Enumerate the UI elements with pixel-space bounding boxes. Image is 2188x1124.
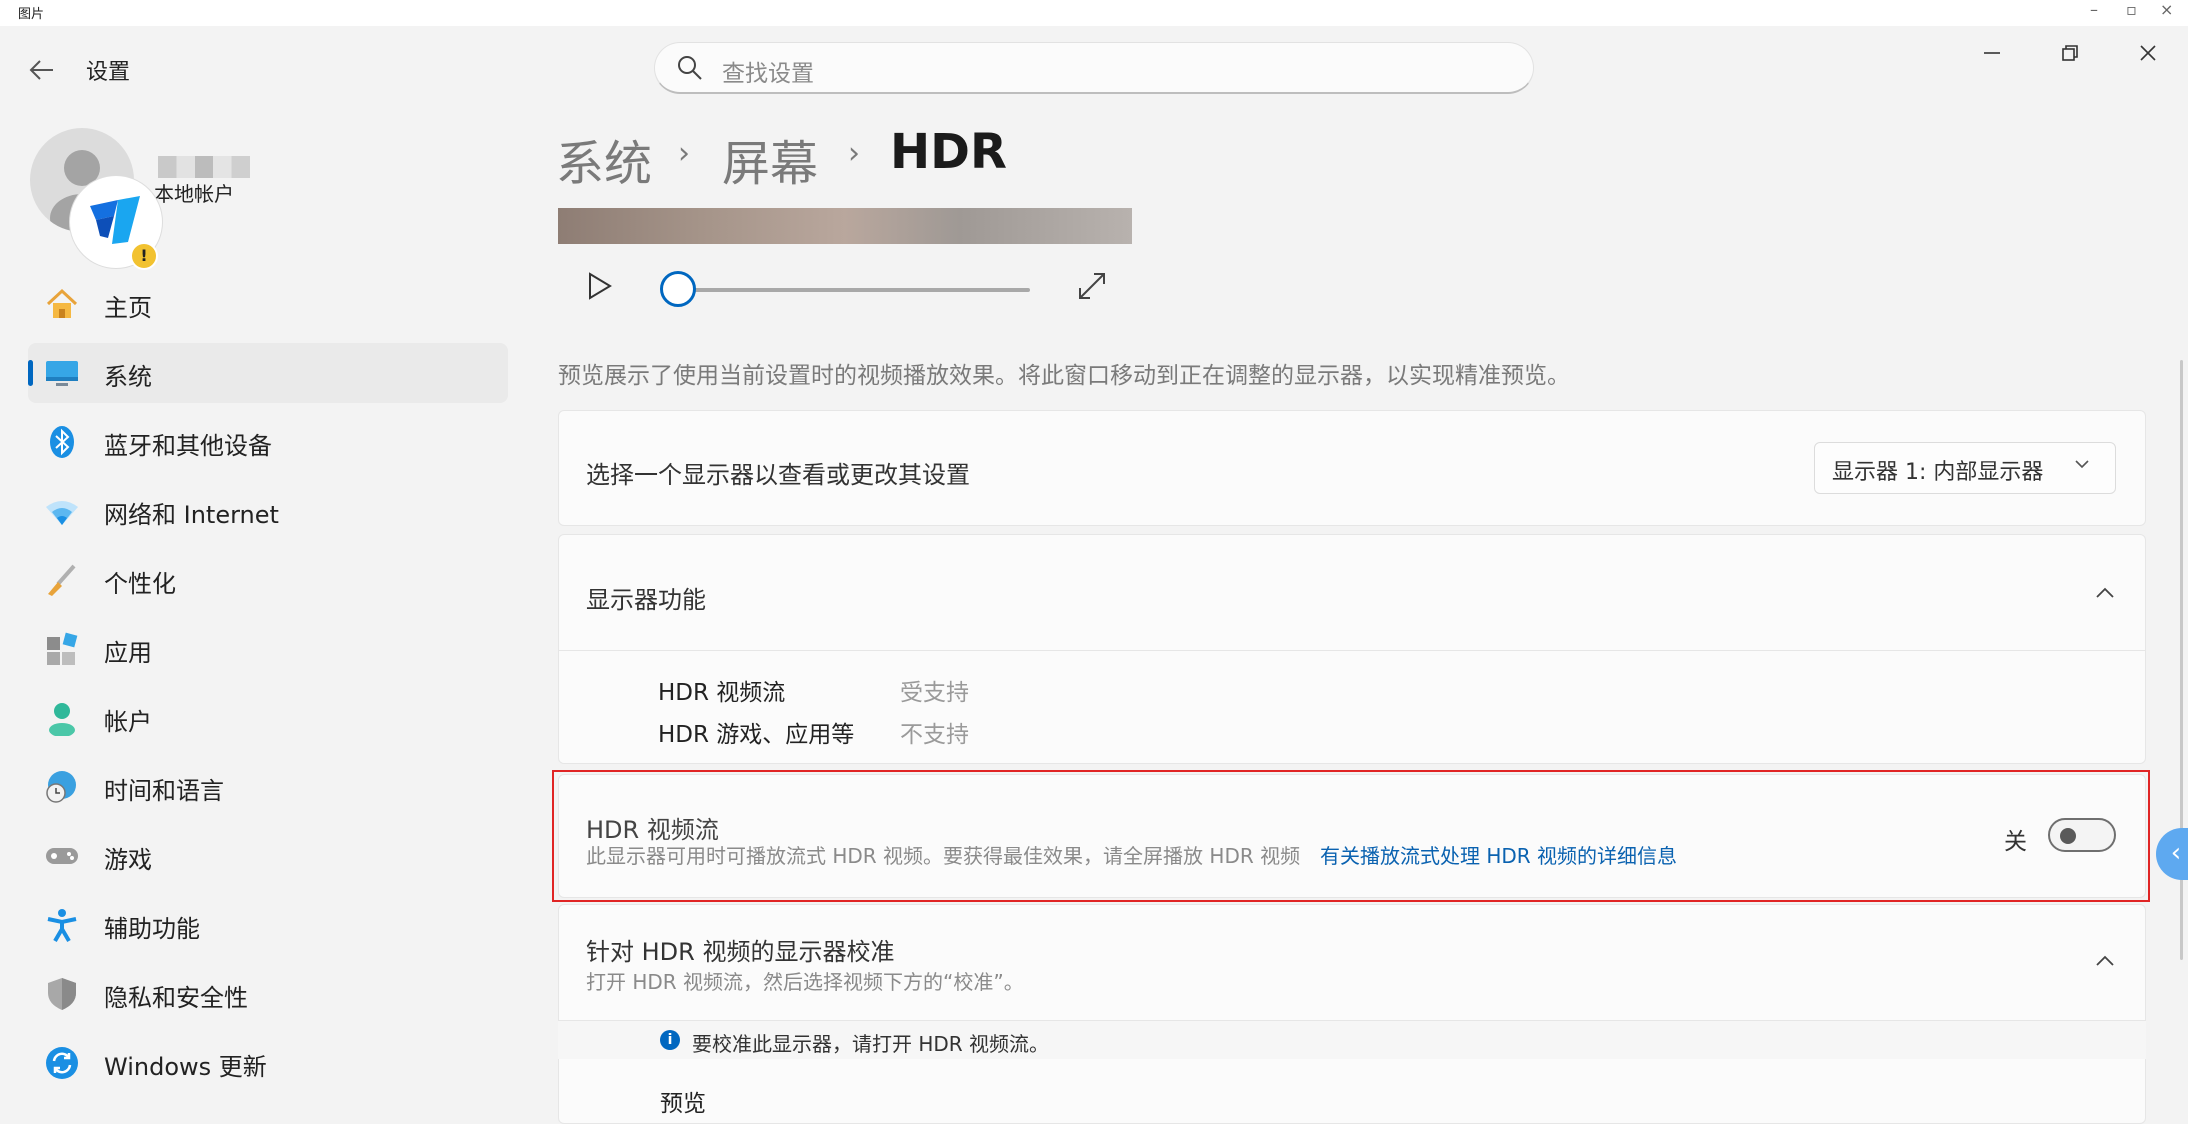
brush-icon	[44, 562, 80, 598]
expand-icon	[1079, 273, 1105, 299]
highlight-box	[552, 770, 2150, 902]
sidebar-item-personalization[interactable]: 个性化	[28, 550, 508, 610]
calibration-title: 针对 HDR 视频的显示器校准	[586, 938, 895, 966]
sidebar-item-label: 蓝牙和其他设备	[104, 432, 272, 460]
close-button[interactable]	[2128, 38, 2168, 68]
shield-icon	[44, 976, 80, 1012]
sidebar-item-label: 个性化	[104, 570, 176, 598]
video-preview-image	[558, 208, 1132, 244]
hdr-stream-description: 此显示器可用时可播放流式 HDR 视频。要获得最佳效果，请全屏播放 HDR 视频	[586, 844, 1301, 868]
chevron-left-icon: ‹	[2170, 838, 2182, 868]
preview-description: 预览展示了使用当前设置时的视频播放效果。将此窗口移动到正在调整的显示器，以实现精…	[558, 363, 1570, 389]
sidebar-item-gaming[interactable]: 游戏	[28, 826, 508, 886]
calibration-info-text: 要校准此显示器，请打开 HDR 视频流。	[692, 1032, 1050, 1056]
display-features-header[interactable]	[558, 534, 2146, 650]
display-dropdown-value: 显示器 1: 内部显示器	[1832, 460, 2044, 485]
back-button[interactable]	[22, 50, 62, 90]
outer-window-titlebar	[0, 0, 2188, 26]
sidebar-item-network[interactable]: 网络和 Internet	[28, 481, 508, 541]
fullscreen-button[interactable]	[1076, 270, 1108, 302]
sidebar-item-system[interactable]: 系统	[28, 343, 508, 403]
info-icon: i	[660, 1030, 680, 1050]
feature-value: 受支持	[900, 680, 969, 706]
calibration-subtitle: 打开 HDR 视频流，然后选择视频下方的“校准”。	[586, 970, 1024, 994]
sidebar-item-label: 系统	[104, 363, 152, 391]
breadcrumb-item-display[interactable]: 屏幕	[722, 124, 818, 194]
close-icon	[2140, 45, 2156, 61]
feature-label: HDR 游戏、应用等	[658, 722, 855, 748]
chevron-up-icon	[2094, 950, 2116, 976]
restore-icon	[2062, 45, 2078, 61]
chevron-down-icon	[2072, 454, 2092, 479]
breadcrumb-item-system[interactable]: 系统	[556, 124, 652, 194]
sidebar-item-label: Windows 更新	[104, 1053, 267, 1081]
bluetooth-icon	[44, 424, 80, 460]
back-arrow-icon	[29, 60, 53, 80]
minimize-icon	[1984, 52, 2000, 54]
breadcrumb-separator: ›	[678, 136, 690, 171]
sidebar-item-label: 隐私和安全性	[104, 984, 248, 1012]
sidebar-item-privacy[interactable]: 隐私和安全性	[28, 964, 508, 1024]
toggle-state-label: 关	[2004, 829, 2027, 855]
hdr-stream-learn-more-link[interactable]: 有关播放流式处理 HDR 视频的详细信息	[1320, 840, 1677, 869]
toggle-knob	[2060, 828, 2076, 844]
outer-maximize-icon[interactable]: ▫	[2126, 0, 2137, 19]
sidebar-item-label: 帐户	[104, 708, 152, 736]
sidebar-item-time-language[interactable]: 时间和语言	[28, 757, 508, 817]
sidebar-item-label: 网络和 Internet	[104, 501, 279, 529]
sidebar-item-label: 时间和语言	[104, 777, 224, 805]
sidebar-item-label: 主页	[104, 294, 152, 322]
chevron-up-icon	[2094, 582, 2116, 608]
sidebar-item-label: 辅助功能	[104, 915, 200, 943]
gamepad-icon	[44, 838, 80, 874]
sidebar-item-apps[interactable]: 应用	[28, 619, 508, 679]
sidebar-item-accessibility[interactable]: 辅助功能	[28, 895, 508, 955]
divider	[558, 650, 2146, 651]
play-button[interactable]	[584, 270, 616, 302]
feature-label: HDR 视频流	[658, 680, 786, 706]
sidebar-item-bluetooth[interactable]: 蓝牙和其他设备	[28, 412, 508, 472]
breadcrumb-separator: ›	[848, 136, 860, 171]
sync-icon	[44, 1045, 80, 1081]
sidebar-item-accounts[interactable]: 帐户	[28, 688, 508, 748]
search-icon	[676, 54, 704, 82]
hdr-stream-toggle[interactable]	[2048, 818, 2116, 852]
globe-clock-icon	[44, 769, 80, 805]
video-progress-thumb[interactable]	[660, 271, 696, 307]
outer-window-title: 图片	[18, 7, 45, 22]
minimize-button[interactable]	[1972, 38, 2012, 68]
page-title: HDR	[890, 124, 1007, 180]
person-icon	[44, 700, 80, 737]
display-select-label: 选择一个显示器以查看或更改其设置	[586, 461, 970, 489]
display-features-title: 显示器功能	[586, 586, 706, 614]
search-placeholder: 查找设置	[722, 61, 814, 87]
apps-icon	[44, 631, 80, 667]
play-icon	[589, 272, 612, 300]
sidebar-item-windows-update[interactable]: Windows 更新	[28, 1033, 508, 1093]
preview-section-label: 预览	[660, 1091, 706, 1117]
home-icon	[44, 286, 80, 322]
side-panel-tab[interactable]: ‹	[2156, 828, 2188, 880]
restore-button[interactable]	[2050, 38, 2090, 68]
user-name-redacted	[158, 156, 250, 178]
sidebar-item-label: 游戏	[104, 846, 152, 874]
warning-icon: !	[130, 242, 158, 270]
feature-value: 不支持	[900, 722, 969, 748]
wifi-icon	[44, 493, 80, 529]
sidebar-item-label: 应用	[104, 639, 152, 667]
accessibility-icon	[44, 907, 80, 943]
sidebar-item-home[interactable]: 主页	[28, 274, 508, 334]
monitor-icon	[44, 355, 80, 391]
outer-close-icon[interactable]: ×	[2160, 0, 2173, 19]
outer-minimize-icon[interactable]: –	[2090, 0, 2098, 19]
account-type: 本地帐户	[154, 182, 234, 206]
app-title: 设置	[86, 60, 131, 85]
video-progress-track[interactable]	[680, 288, 1030, 292]
active-indicator	[28, 360, 33, 386]
